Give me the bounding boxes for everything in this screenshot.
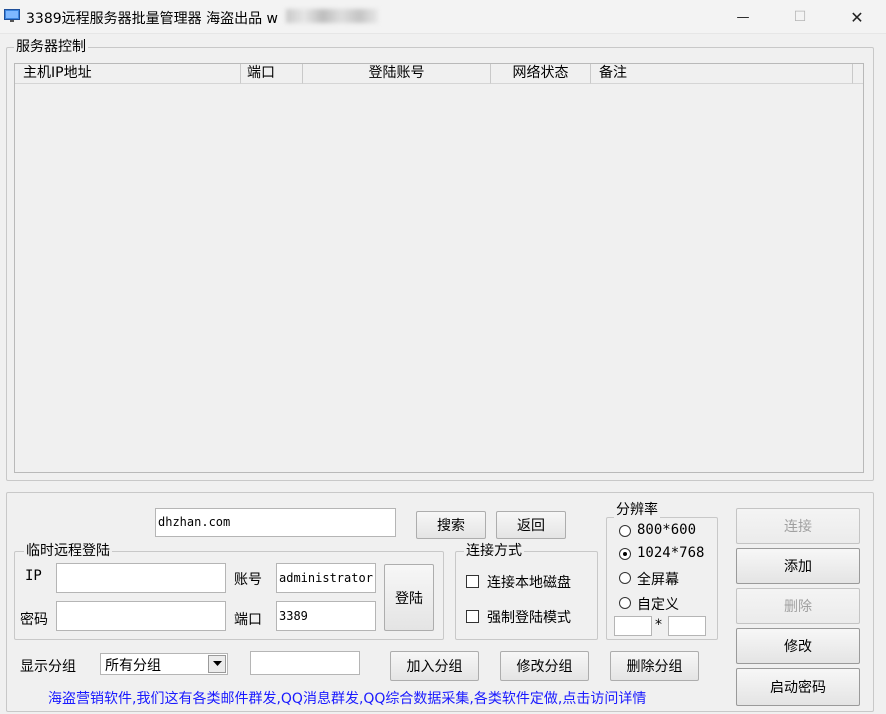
radio-1024x768[interactable] [619, 548, 631, 560]
search-button[interactable]: 搜索 [416, 511, 486, 539]
blurred-title-text [286, 9, 378, 23]
temp-login-label: 临时远程登陆 [24, 543, 112, 559]
radio-custom[interactable] [619, 597, 631, 609]
delete-group-button[interactable]: 删除分组 [610, 651, 699, 681]
modify-button[interactable]: 修改 [736, 628, 860, 664]
group-select-value: 所有分组 [105, 658, 161, 674]
local-disk-label[interactable]: 连接本地磁盘 [487, 572, 571, 592]
server-control-label: 服务器控制 [14, 39, 88, 55]
custom-separator: * [655, 617, 662, 633]
custom-height-input[interactable] [668, 616, 706, 636]
column-header-remark[interactable]: 备注 [591, 64, 853, 84]
group-select[interactable]: 所有分组 [100, 653, 228, 675]
start-password-button[interactable]: 启动密码 [736, 668, 860, 706]
close-button[interactable]: ✕ [828, 0, 886, 34]
local-disk-checkbox[interactable] [466, 575, 479, 588]
chevron-down-icon [212, 661, 222, 666]
ip-input[interactable] [56, 563, 226, 593]
force-login-label[interactable]: 强制登陆模式 [487, 607, 571, 627]
login-button[interactable]: 登陆 [384, 564, 434, 631]
column-header-account[interactable]: 登陆账号 [303, 64, 491, 84]
modify-group-button[interactable]: 修改分组 [500, 651, 589, 681]
radio-1024x768-label[interactable]: 1024*768 [637, 545, 704, 561]
connect-button[interactable]: 连接 [736, 508, 860, 544]
dropdown-arrow-icon[interactable] [208, 655, 226, 673]
column-header-filler [853, 64, 863, 84]
group-name-input[interactable] [250, 651, 360, 675]
add-button[interactable]: 添加 [736, 548, 860, 584]
minimize-button[interactable]: — [714, 0, 772, 34]
title-bar[interactable]: 3389远程服务器批量管理器 海盗出品 w — ☐ ✕ [0, 0, 886, 34]
radio-800x600[interactable] [619, 525, 631, 537]
minimize-icon: — [736, 9, 750, 25]
column-header-status[interactable]: 网络状态 [491, 64, 591, 84]
column-header-ip[interactable]: 主机IP地址 [15, 64, 241, 84]
maximize-button: ☐ [771, 0, 829, 34]
force-login-checkbox[interactable] [466, 610, 479, 623]
password-label: 密码 [20, 612, 48, 628]
radio-800x600-label[interactable]: 800*600 [637, 522, 696, 538]
join-group-button[interactable]: 加入分组 [390, 651, 479, 681]
search-input[interactable]: dhzhan.com [155, 508, 396, 537]
password-input[interactable] [56, 601, 226, 631]
back-button[interactable]: 返回 [496, 511, 566, 539]
close-icon: ✕ [850, 7, 864, 27]
server-list[interactable]: 主机IP地址 端口 登陆账号 网络状态 备注 [14, 63, 864, 473]
radio-custom-label[interactable]: 自定义 [637, 594, 679, 614]
account-label: 账号 [234, 572, 262, 588]
show-group-label: 显示分组 [20, 659, 76, 675]
radio-fullscreen-label[interactable]: 全屏幕 [637, 569, 679, 589]
account-input[interactable]: administrator [276, 563, 376, 593]
maximize-icon: ☐ [793, 9, 807, 25]
radio-fullscreen[interactable] [619, 572, 631, 584]
resolution-label: 分辨率 [614, 502, 660, 518]
window-title: 3389远程服务器批量管理器 海盗出品 w [26, 11, 278, 27]
delete-button[interactable]: 删除 [736, 588, 860, 624]
custom-width-input[interactable] [614, 616, 652, 636]
monitor-icon [4, 9, 20, 22]
port-label: 端口 [234, 612, 262, 628]
column-header-port[interactable]: 端口 [241, 64, 303, 84]
port-input[interactable]: 3389 [276, 601, 376, 631]
connect-mode-label: 连接方式 [464, 543, 524, 559]
ip-label: IP [25, 568, 42, 584]
promo-link[interactable]: 海盗营销软件,我们这有各类邮件群发,QQ消息群发,QQ综合数据采集,各类软件定做… [48, 688, 646, 708]
